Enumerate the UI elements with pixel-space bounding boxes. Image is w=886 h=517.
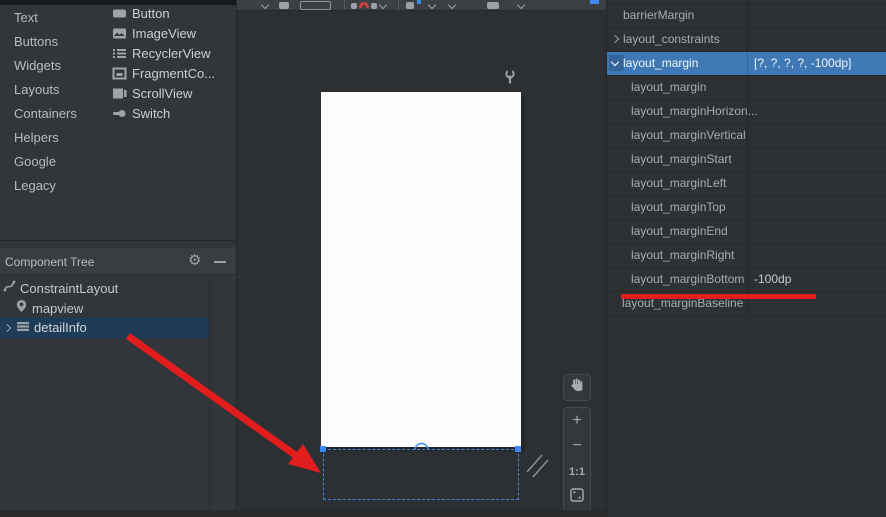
switch-icon bbox=[112, 107, 127, 120]
attr-row-layout-margin-group[interactable]: layout_margin [?, ?, ?, ?, -100dp] bbox=[607, 52, 886, 76]
chevron-right-icon[interactable] bbox=[3, 323, 11, 331]
recyclerview-icon bbox=[112, 47, 127, 60]
palette-item-switch[interactable]: Switch bbox=[103, 103, 236, 123]
imageview-icon bbox=[112, 27, 127, 40]
component-tree-title: Component Tree bbox=[5, 255, 94, 269]
palette-item-imageview[interactable]: ImageView bbox=[103, 23, 236, 43]
night-mode-icon[interactable] bbox=[371, 3, 377, 9]
attr-row-layout-margin[interactable]: layout_margin bbox=[607, 76, 886, 100]
list-icon bbox=[16, 319, 30, 337]
palette-panel: Text Buttons Widgets Layouts Containers … bbox=[0, 0, 236, 240]
palette-category-helpers[interactable]: Helpers bbox=[0, 126, 103, 150]
button-icon bbox=[112, 7, 127, 20]
wrench-icon[interactable] bbox=[504, 69, 516, 89]
palette-category-containers[interactable]: Containers bbox=[0, 102, 103, 126]
tree-scroll-edge bbox=[209, 276, 210, 517]
attr-row-layout-marginleft[interactable]: layout_marginLeft bbox=[607, 172, 886, 196]
device-selector-icon[interactable] bbox=[300, 1, 331, 10]
tree-node-mapview[interactable]: mapview bbox=[0, 298, 209, 318]
palette-category-google[interactable]: Google bbox=[0, 150, 103, 174]
attr-row-barriermargin[interactable]: barrierMargin bbox=[607, 4, 886, 28]
design-toolbar bbox=[237, 0, 607, 11]
palette-category-text[interactable]: Text bbox=[0, 6, 103, 30]
android-studio-layout-editor: Text Buttons Widgets Layouts Containers … bbox=[0, 0, 886, 517]
tree-node-constraintlayout[interactable]: ConstraintLayout bbox=[0, 278, 209, 298]
palette-item-scrollview[interactable]: ScrollView bbox=[103, 83, 236, 103]
attr-row-layout-marginvertical[interactable]: layout_marginVertical bbox=[607, 124, 886, 148]
error-marker-icon bbox=[364, 2, 370, 9]
palette-item-recyclerview[interactable]: RecyclerView bbox=[103, 43, 236, 63]
chevron-down-icon[interactable] bbox=[379, 1, 387, 9]
zoom-controls: + − 1:1 bbox=[563, 407, 591, 511]
fit-screen-icon bbox=[570, 488, 584, 507]
zoom-in-button[interactable]: + bbox=[564, 408, 590, 434]
chevron-right-icon[interactable] bbox=[611, 35, 619, 43]
chevron-down-icon[interactable] bbox=[448, 1, 456, 9]
toolbar-separator bbox=[344, 0, 345, 11]
palette-item-button[interactable]: Button bbox=[103, 3, 236, 23]
palette-categories: Text Buttons Widgets Layouts Containers … bbox=[0, 6, 103, 198]
palette-category-legacy[interactable]: Legacy bbox=[0, 174, 103, 198]
attr-row-layout-marginbottom[interactable]: layout_marginBottom -100dp bbox=[607, 268, 886, 292]
palette-category-widgets[interactable]: Widgets bbox=[0, 54, 103, 78]
margin-selector-icon[interactable] bbox=[487, 2, 499, 9]
chevron-down-icon[interactable] bbox=[261, 1, 269, 9]
attr-row-layout-margintop[interactable]: layout_marginTop bbox=[607, 196, 886, 220]
tree-node-detailinfo[interactable]: detailInfo bbox=[0, 317, 209, 338]
component-tree-header: Component Tree ⚙ bbox=[0, 248, 236, 275]
pan-button[interactable] bbox=[563, 374, 591, 401]
resize-handle-top-left[interactable] bbox=[320, 446, 326, 452]
resize-handle-top-right[interactable] bbox=[515, 446, 521, 452]
chevron-down-icon[interactable] bbox=[428, 1, 436, 9]
palette-component-list: Button ImageView RecyclerView bbox=[103, 3, 236, 123]
scrollview-icon bbox=[112, 87, 127, 100]
zoom-to-fit-button[interactable] bbox=[564, 485, 590, 511]
hand-icon bbox=[570, 378, 584, 397]
orientation-icon[interactable] bbox=[351, 3, 357, 9]
palette-item-fragmentcontainer[interactable]: FragmentCo... bbox=[103, 63, 236, 83]
palette-category-buttons[interactable]: Buttons bbox=[0, 30, 103, 54]
map-pin-icon bbox=[15, 299, 28, 318]
attr-row-layout-marginright[interactable]: layout_marginRight bbox=[607, 244, 886, 268]
zoom-actual-size-button[interactable]: 1:1 bbox=[564, 459, 590, 485]
attr-row-layout-marginhorizontal[interactable]: layout_marginHorizon... bbox=[607, 100, 886, 124]
attribute-column-divider bbox=[747, 52, 748, 75]
selected-view-bounds[interactable] bbox=[323, 449, 519, 500]
palette-category-layouts[interactable]: Layouts bbox=[0, 78, 103, 102]
attributes-panel: barrierMargin layout_constraints layout_… bbox=[606, 0, 886, 517]
resize-hatch-icon bbox=[533, 460, 548, 477]
panel-toggle-icon[interactable] bbox=[590, 0, 599, 4]
fragmentcontainer-icon bbox=[112, 67, 127, 80]
window-bottom-edge bbox=[0, 510, 606, 517]
gear-icon[interactable]: ⚙ bbox=[188, 251, 201, 269]
attr-row-layout-marginstart[interactable]: layout_marginStart bbox=[607, 148, 886, 172]
component-tree-panel: Component Tree ⚙ ConstraintLayout mapvie… bbox=[0, 241, 236, 517]
magnet-icon[interactable] bbox=[406, 2, 414, 9]
red-underline-annotation bbox=[621, 294, 816, 299]
attr-row-layout-constraints[interactable]: layout_constraints bbox=[607, 28, 886, 52]
guideline-indicator-icon bbox=[417, 0, 421, 4]
minimize-icon[interactable] bbox=[214, 261, 226, 263]
toolbar-separator bbox=[398, 0, 399, 11]
device-screen-preview[interactable] bbox=[321, 92, 521, 447]
resize-hatch-icon bbox=[527, 455, 542, 472]
design-surface[interactable]: + − 1:1 bbox=[236, 0, 606, 517]
design-mode-icon[interactable] bbox=[279, 2, 289, 9]
attr-row-layout-marginend[interactable]: layout_marginEnd bbox=[607, 220, 886, 244]
chevron-down-icon[interactable] bbox=[517, 1, 525, 9]
constraint-layout-icon bbox=[3, 279, 17, 298]
zoom-out-button[interactable]: − bbox=[564, 434, 590, 460]
